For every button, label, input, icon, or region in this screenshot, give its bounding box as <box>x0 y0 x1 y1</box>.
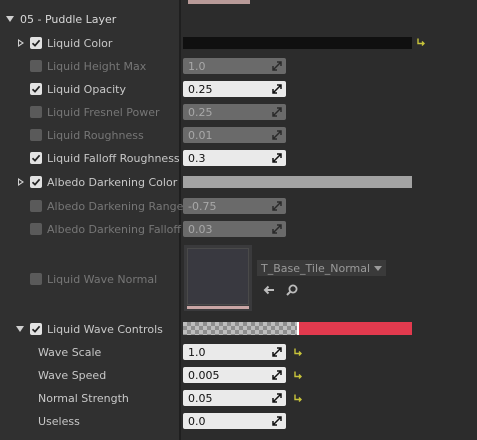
liquid-fresnel-power-input[interactable]: 0.25 <box>183 104 286 120</box>
liquid-falloff-roughness-input[interactable]: 0.3 <box>183 150 286 166</box>
texture-thumbnail[interactable] <box>184 245 252 311</box>
drag-handle-icon[interactable] <box>272 84 282 94</box>
liquid-wave-controls-label: Liquid Wave Controls <box>47 322 163 336</box>
albedo-darkening-color-label: Albedo Darkening Color <box>47 175 178 189</box>
albedo-darkening-color-checkbox[interactable] <box>30 176 42 188</box>
row-albedo-darkening-falloff: Albedo Darkening Falloff <box>30 220 181 238</box>
reset-to-default-icon[interactable] <box>293 347 303 357</box>
texture-asset-dropdown[interactable]: T_Base_Tile_Normal <box>257 260 387 276</box>
expand-arrow-icon[interactable] <box>18 39 24 47</box>
liquid-fresnel-power-value: 0.25 <box>188 105 213 119</box>
liquid-height-max-checkbox[interactable] <box>30 60 42 72</box>
liquid-roughness-value: 0.01 <box>188 128 213 142</box>
liquid-opacity-input[interactable]: 0.25 <box>183 81 286 97</box>
drag-handle-icon[interactable] <box>272 416 282 426</box>
liquid-roughness-label: Liquid Roughness <box>47 128 144 142</box>
wave-scale-label: Wave Scale <box>38 345 102 359</box>
liquid-falloff-roughness-checkbox[interactable] <box>30 152 42 164</box>
alpha-divider <box>297 322 299 335</box>
drag-handle-icon[interactable] <box>272 347 282 357</box>
wave-speed-value: 0.005 <box>188 368 220 382</box>
liquid-height-max-label: Liquid Height Max <box>47 59 147 73</box>
row-albedo-darkening-color: Albedo Darkening Color <box>30 173 177 191</box>
liquid-falloff-roughness-label: Liquid Falloff Roughness <box>47 151 180 165</box>
previous-texture-thumbnail <box>188 0 250 4</box>
normal-strength-value: 0.05 <box>188 391 213 405</box>
row-liquid-roughness: Liquid Roughness <box>30 126 144 144</box>
color-fill <box>299 322 412 335</box>
row-liquid-falloff-roughness: Liquid Falloff Roughness <box>30 149 180 167</box>
browse-search-icon[interactable] <box>285 283 299 297</box>
useless-value: 0.0 <box>188 414 206 428</box>
albedo-darkening-falloff-checkbox[interactable] <box>30 223 42 235</box>
wave-speed-label: Wave Speed <box>38 368 107 382</box>
section-title: 05 - Puddle Layer <box>20 12 117 26</box>
section-header-puddle-layer[interactable]: 05 - Puddle Layer <box>6 8 116 30</box>
liquid-falloff-roughness-value: 0.3 <box>188 151 206 165</box>
liquid-color-checkbox[interactable] <box>30 37 42 49</box>
row-liquid-wave-controls: Liquid Wave Controls <box>30 320 163 338</box>
useless-label: Useless <box>38 414 80 428</box>
liquid-color-label: Liquid Color <box>47 36 113 50</box>
liquid-fresnel-power-checkbox[interactable] <box>30 106 42 118</box>
liquid-wave-controls-checkbox[interactable] <box>30 323 42 335</box>
reset-to-default-icon[interactable] <box>293 370 303 380</box>
row-useless: Useless <box>38 412 80 430</box>
drag-handle-icon[interactable] <box>272 153 282 163</box>
row-liquid-color: Liquid Color <box>30 34 112 52</box>
drag-handle-icon[interactable] <box>272 370 282 380</box>
albedo-darkening-range-value: -0.75 <box>188 199 217 213</box>
liquid-opacity-label: Liquid Opacity <box>47 82 126 96</box>
normal-strength-input[interactable]: 0.05 <box>183 390 286 406</box>
expand-arrow-icon[interactable] <box>18 178 24 186</box>
albedo-darkening-falloff-label: Albedo Darkening Falloff <box>47 222 181 236</box>
wave-scale-value: 1.0 <box>188 345 206 359</box>
row-wave-speed: Wave Speed <box>38 366 106 384</box>
wave-scale-input[interactable]: 1.0 <box>183 344 286 360</box>
liquid-wave-normal-checkbox[interactable] <box>30 273 42 285</box>
row-normal-strength: Normal Strength <box>38 389 129 407</box>
albedo-darkening-falloff-value: 0.03 <box>188 222 213 236</box>
row-liquid-height-max: Liquid Height Max <box>30 57 146 75</box>
drag-handle-icon[interactable] <box>272 107 282 117</box>
liquid-fresnel-power-label: Liquid Fresnel Power <box>47 105 160 119</box>
row-liquid-wave-normal: Liquid Wave Normal <box>30 270 157 288</box>
texture-asset-name: T_Base_Tile_Normal <box>261 261 371 275</box>
albedo-darkening-range-label: Albedo Darkening Range <box>47 199 184 213</box>
normal-strength-label: Normal Strength <box>38 391 129 405</box>
drag-handle-icon[interactable] <box>272 130 282 140</box>
liquid-height-max-value: 1.0 <box>188 59 206 73</box>
liquid-roughness-input[interactable]: 0.01 <box>183 127 286 143</box>
albedo-darkening-range-input[interactable]: -0.75 <box>183 198 286 214</box>
liquid-opacity-value: 0.25 <box>188 82 213 96</box>
row-wave-scale: Wave Scale <box>38 343 101 361</box>
albedo-darkening-color-swatch[interactable] <box>183 176 412 188</box>
reset-to-default-icon[interactable] <box>416 37 426 47</box>
row-albedo-darkening-range: Albedo Darkening Range <box>30 197 183 215</box>
liquid-color-swatch[interactable] <box>183 37 412 49</box>
expand-arrow-icon[interactable] <box>16 326 24 332</box>
useless-input[interactable]: 0.0 <box>183 413 286 429</box>
liquid-wave-normal-label: Liquid Wave Normal <box>47 272 158 286</box>
liquid-height-max-input[interactable]: 1.0 <box>183 58 286 74</box>
albedo-darkening-falloff-input[interactable]: 0.03 <box>183 221 286 237</box>
alpha-checker <box>183 322 299 335</box>
reset-to-default-icon[interactable] <box>293 393 303 403</box>
drag-handle-icon[interactable] <box>272 61 282 71</box>
drag-handle-icon[interactable] <box>272 393 282 403</box>
texture-thumbnail-bar <box>187 306 249 309</box>
row-liquid-opacity: Liquid Opacity <box>30 80 126 98</box>
drag-handle-icon[interactable] <box>272 224 282 234</box>
texture-preview <box>187 248 249 305</box>
liquid-wave-controls-color-swatch[interactable] <box>183 322 412 335</box>
albedo-darkening-range-checkbox[interactable] <box>30 200 42 212</box>
use-selected-asset-arrow-icon[interactable] <box>262 283 276 297</box>
expand-arrow-icon[interactable] <box>6 16 14 22</box>
chevron-down-icon <box>374 265 383 271</box>
wave-speed-input[interactable]: 0.005 <box>183 367 286 383</box>
liquid-roughness-checkbox[interactable] <box>30 129 42 141</box>
drag-handle-icon[interactable] <box>272 201 282 211</box>
liquid-opacity-checkbox[interactable] <box>30 83 42 95</box>
row-liquid-fresnel-power: Liquid Fresnel Power <box>30 103 160 121</box>
